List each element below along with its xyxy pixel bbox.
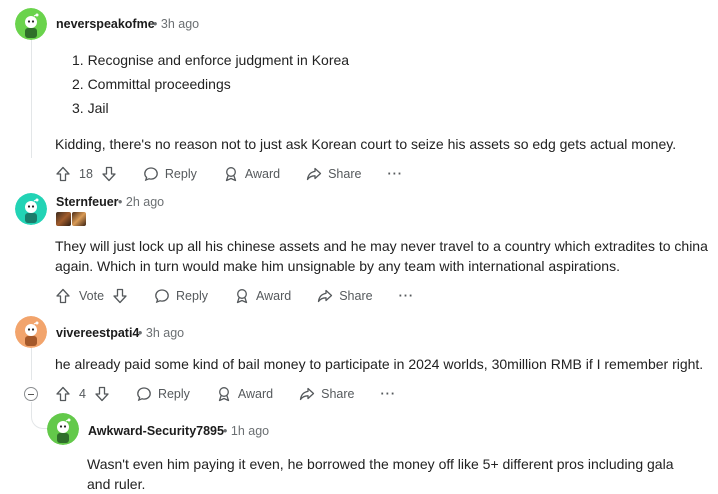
share-label: Share [339,289,373,303]
share-icon [299,387,315,401]
vote-control: Vote [55,288,128,304]
more-icon: ··· [398,289,415,303]
award-icon [236,289,248,304]
comment-actions: Vote Reply Award Share ··· [55,284,440,308]
timestamp: 3h ago [145,326,185,340]
comment-meta: • 3h ago [138,326,184,340]
separator: • [138,326,143,340]
award-label: Award [256,289,292,303]
share-button[interactable]: Share [299,386,355,402]
reply-label: Reply [157,387,190,401]
comment-actions: 4 Reply Award Share ··· [55,382,422,406]
username[interactable]: Sternfeuer [56,195,119,209]
reply-button[interactable]: Reply [143,166,197,182]
share-icon [318,289,333,303]
award-label: Award [237,387,274,401]
numbered-list: 1. Recognise and enforce judgment in Kor… [72,50,349,122]
avatar[interactable] [47,413,79,445]
comment-text: he already paid some kind of bail money … [55,356,704,372]
vote-label: Vote [79,289,105,303]
more-options-button[interactable]: ··· [381,387,397,401]
upvote-icon[interactable] [55,288,71,304]
avatar[interactable] [15,316,47,348]
share-button[interactable]: Share [306,166,361,182]
upvote-icon[interactable] [55,386,71,402]
share-label: Share [321,387,355,401]
reply-icon [144,167,158,182]
timestamp: 1h ago [230,424,270,438]
reply-icon [155,289,169,304]
avatar[interactable] [15,193,47,225]
list-item: 2. Committal proceedings [72,76,231,92]
reply-icon [137,387,151,402]
username[interactable]: neverspeakofme [56,17,155,31]
comment-meta: • 2h ago [118,195,164,209]
reply-label: Reply [176,289,208,303]
award-button[interactable]: Award [223,166,280,182]
thread-line [31,38,32,158]
award-icon [225,167,237,182]
comment-text: Wasn't even him paying it even, he borro… [87,456,674,492]
comment-text: They will just lock up all his chinese a… [55,238,708,274]
comment-text: Kidding, there's no reason not to just a… [55,136,677,152]
upvote-icon[interactable] [55,166,71,182]
username[interactable]: Awkward-Security7895 [88,424,224,438]
more-icon: ··· [387,167,403,181]
award-label: Award [244,167,281,181]
separator: • [223,424,228,438]
downvote-icon[interactable] [101,166,117,182]
comment-meta: • 3h ago [153,17,199,31]
timestamp: 2h ago [125,195,165,209]
more-icon: ··· [380,387,396,401]
comment-meta: • 1h ago [223,424,269,438]
separator: • [118,195,123,209]
share-icon [306,167,322,181]
downvote-icon[interactable] [94,386,110,402]
share-label: Share [328,167,362,181]
avatar[interactable] [15,8,47,40]
comment-actions: 18 Reply Award Share ··· [55,162,429,186]
thread-line [31,348,32,380]
vote-count: 4 [79,387,86,401]
timestamp: 3h ago [160,17,200,31]
more-options-button[interactable]: ··· [387,167,403,181]
more-options-button[interactable]: ··· [399,289,415,303]
award-button[interactable]: Award [234,288,291,304]
award-button[interactable]: Award [216,386,273,402]
reply-button[interactable]: Reply [136,386,190,402]
vote-control: 18 [55,166,117,182]
reply-button[interactable]: Reply [154,288,208,304]
collapse-thread-button[interactable] [24,387,38,401]
user-flair-emotes [56,212,86,226]
reply-label: Reply [164,167,197,181]
vote-count: 18 [79,167,93,181]
award-icon [218,387,230,402]
vote-control: 4 [55,386,110,402]
list-item: 3. Jail [72,100,109,116]
share-button[interactable]: Share [317,288,373,304]
username[interactable]: vivereestpati4 [56,326,139,340]
list-item: 1. Recognise and enforce judgment in Kor… [72,52,350,68]
downvote-icon[interactable] [112,288,128,304]
separator: • [153,17,158,31]
